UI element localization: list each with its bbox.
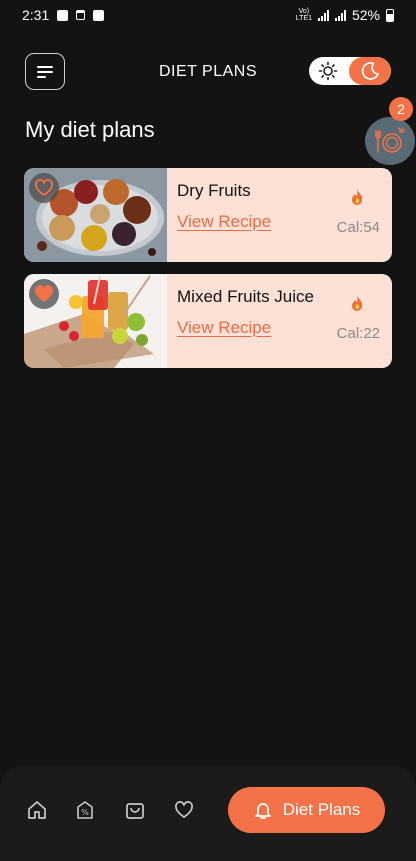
diet-plan-fab[interactable]: [365, 117, 415, 165]
home-icon[interactable]: [26, 799, 48, 821]
view-recipe-link[interactable]: View Recipe: [177, 318, 271, 338]
shopping-bag-icon[interactable]: [124, 799, 146, 821]
volte-icon: Vo) LTE1: [295, 8, 312, 22]
view-recipe-link[interactable]: View Recipe: [177, 212, 271, 232]
signal-icon-2: [334, 9, 346, 21]
status-bar: 2:31 Vo) LTE1 52%: [0, 0, 416, 30]
flame-icon: [352, 295, 363, 311]
moon-icon: [361, 62, 379, 80]
gallery-notification-icon: [57, 9, 69, 21]
theme-toggle[interactable]: [309, 57, 391, 85]
discount-tag-icon[interactable]: %: [74, 799, 96, 821]
status-left: 2:31: [22, 7, 105, 23]
checkbox-notification-icon: [93, 9, 105, 21]
heart-outline-icon: [35, 179, 53, 196]
fork-knife-plate-icon: [375, 127, 405, 153]
status-time: 2:31: [22, 7, 50, 23]
battery-percent: 52%: [351, 7, 380, 23]
battery-icon: [386, 8, 394, 22]
svg-text:%: %: [81, 808, 89, 817]
diet-plan-card[interactable]: Dry Fruits View Recipe Cal:54: [24, 168, 392, 262]
diet-plan-card[interactable]: Mixed Fruits Juice View Recipe Cal:22: [24, 274, 392, 368]
plan-name: Mixed Fruits Juice: [177, 287, 314, 306]
sun-icon[interactable]: [318, 61, 338, 81]
plan-count-badge: 2: [389, 97, 413, 121]
lock-notification-icon: [76, 10, 86, 20]
calories-label: Cal:54: [336, 219, 380, 236]
dark-mode-option[interactable]: [349, 57, 391, 85]
heart-icon[interactable]: [173, 799, 195, 821]
bell-icon: [254, 803, 271, 819]
bottom-nav: % Diet Plans: [0, 766, 416, 861]
signal-icon: [317, 9, 329, 21]
favorite-button[interactable]: [29, 279, 59, 309]
section-title: My diet plans: [25, 117, 155, 142]
status-right: Vo) LTE1 52%: [296, 7, 394, 23]
heart-filled-icon: [35, 285, 53, 302]
nav-diet-plans-label: Diet Plans: [282, 800, 361, 819]
nav-diet-plans[interactable]: Diet Plans: [228, 787, 385, 833]
plan-name: Dry Fruits: [177, 181, 251, 200]
flame-icon: [352, 189, 363, 205]
favorite-button[interactable]: [29, 173, 59, 203]
calories-label: Cal:22: [336, 325, 380, 342]
